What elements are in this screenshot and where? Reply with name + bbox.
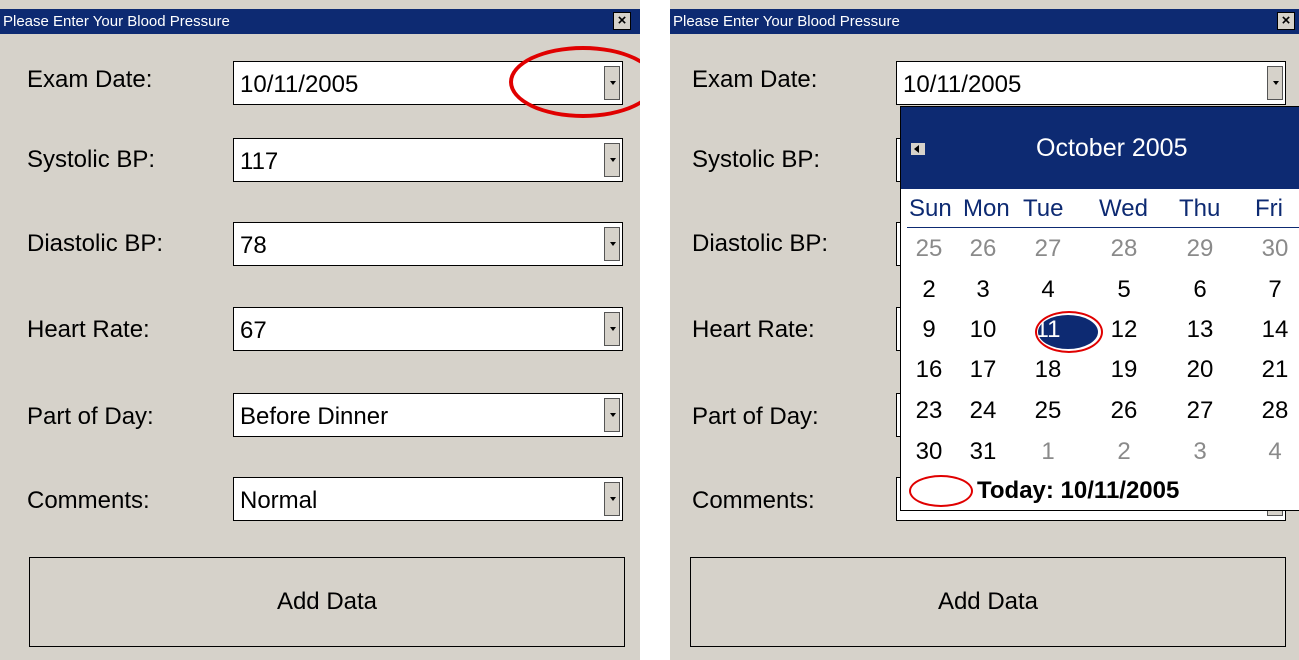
calendar-day[interactable]: 20 [1180, 356, 1220, 384]
heart-rate-label: Heart Rate: [692, 316, 815, 343]
annotation-circle [509, 46, 640, 118]
part-of-day-label: Part of Day: [692, 403, 819, 430]
calendar-day[interactable]: 24 [963, 397, 1003, 425]
window-title: Please Enter Your Blood Pressure [0, 9, 640, 34]
calendar-day[interactable]: 25 [1028, 397, 1068, 425]
weekday-label-mon: Mon [963, 195, 1010, 222]
calendar-day[interactable]: 10 [963, 316, 1003, 344]
systolic-bp-label: Systolic BP: [27, 146, 156, 173]
calendar-day[interactable]: 21 [1255, 356, 1295, 384]
weekday-label-tue: Tue [1023, 195, 1064, 222]
diastolic-bp-dropdown-button[interactable] [604, 227, 620, 261]
systolic-bp-value: 117 [240, 148, 279, 175]
calendar-day[interactable]: 3 [1180, 438, 1220, 466]
heart-rate-dropdown[interactable]: 67 [233, 307, 623, 351]
today-circle-icon[interactable] [909, 475, 973, 507]
diastolic-bp-dropdown[interactable]: 78 [233, 222, 623, 266]
weekday-label-thu: Thu [1179, 195, 1221, 222]
calendar-day[interactable]: 3 [963, 276, 1003, 304]
diastolic-bp-label: Diastolic BP: [692, 230, 829, 257]
date-picker-calendar: October 2005 Sun Mon Tue Wed Thu Fri 25 26 27 28… [900, 106, 1299, 511]
calendar-day[interactable]: 19 [1104, 356, 1144, 384]
calendar-day[interactable]: 31 [963, 438, 1003, 466]
weekday-label-wed: Wed [1099, 195, 1148, 222]
comments-value: Normal [240, 487, 318, 514]
comments-dropdown-button[interactable] [604, 482, 620, 516]
diastolic-bp-value: 78 [240, 232, 267, 259]
calendar-day[interactable]: 7 [1255, 276, 1295, 304]
calendar-day[interactable]: 27 [1180, 397, 1220, 425]
heart-rate-dropdown-button[interactable] [604, 312, 620, 346]
calendar-day[interactable]: 18 [1028, 356, 1068, 384]
calendar-day[interactable]: 16 [909, 356, 949, 384]
calendar-day[interactable]: 28 [1255, 397, 1295, 425]
calendar-day[interactable]: 30 [909, 438, 949, 466]
calendar-day[interactable]: 4 [1255, 438, 1295, 466]
calendar-day[interactable]: 28 [1104, 235, 1144, 263]
weekday-label-sun: Sun [909, 195, 952, 222]
systolic-bp-dropdown-button[interactable] [604, 143, 620, 177]
calendar-day[interactable]: 13 [1180, 316, 1220, 344]
exam-date-value: 10/11/2005 [903, 71, 1022, 98]
part-of-day-dropdown[interactable]: Before Dinner [233, 393, 623, 437]
calendar-header: October 2005 [901, 107, 1299, 189]
exam-date-dropdown[interactable]: 10/11/2005 [896, 61, 1286, 105]
part-of-day-dropdown-button[interactable] [604, 398, 620, 432]
calendar-day[interactable]: 9 [909, 316, 949, 344]
comments-label: Comments: [692, 487, 815, 514]
heart-rate-label: Heart Rate: [27, 316, 150, 343]
calendar-day[interactable]: 12 [1104, 316, 1144, 344]
window-title: Please Enter Your Blood Pressure [670, 9, 1299, 34]
calendar-day[interactable]: 5 [1104, 276, 1144, 304]
calendar-day[interactable]: 26 [963, 235, 1003, 263]
diastolic-bp-label: Diastolic BP: [27, 230, 164, 257]
previous-month-button[interactable] [911, 143, 925, 155]
calendar-day[interactable]: 30 [1255, 235, 1295, 263]
exam-date-dropdown-button[interactable] [1267, 66, 1283, 100]
part-of-day-label: Part of Day: [27, 403, 154, 430]
today-link[interactable]: Today: 10/11/2005 [977, 477, 1179, 505]
systolic-bp-dropdown[interactable]: 117 [233, 138, 623, 182]
comments-dropdown[interactable]: Normal [233, 477, 623, 521]
exam-date-value: 10/11/2005 [240, 71, 359, 98]
exam-date-label: Exam Date: [692, 66, 818, 93]
calendar-day[interactable]: 2 [1104, 438, 1144, 466]
add-data-button[interactable]: Add Data [690, 557, 1286, 647]
add-data-button[interactable]: Add Data [29, 557, 625, 647]
close-button[interactable]: × [1277, 12, 1295, 30]
calendar-day[interactable]: 17 [963, 356, 1003, 384]
calendar-month-title: October 2005 [1036, 134, 1188, 162]
calendar-day[interactable]: 29 [1180, 235, 1220, 263]
exam-date-label: Exam Date: [27, 66, 153, 93]
calendar-day[interactable]: 6 [1180, 276, 1220, 304]
calendar-day[interactable]: 2 [909, 276, 949, 304]
weekday-label-fri: Fri [1255, 195, 1283, 222]
calendar-day[interactable]: 23 [909, 397, 949, 425]
part-of-day-value: Before Dinner [240, 403, 389, 430]
heart-rate-value: 67 [240, 317, 267, 344]
systolic-bp-label: Systolic BP: [692, 146, 821, 173]
weekday-divider [907, 227, 1299, 228]
close-button[interactable]: × [613, 12, 631, 30]
calendar-day[interactable]: 25 [909, 235, 949, 263]
calendar-day[interactable]: 4 [1028, 276, 1068, 304]
left-dialog: Please Enter Your Blood Pressure × Exam … [0, 0, 640, 660]
right-dialog: Please Enter Your Blood Pressure × Exam … [670, 0, 1299, 660]
selected-day-annotation-circle [1035, 311, 1103, 353]
comments-label: Comments: [27, 487, 150, 514]
calendar-day[interactable]: 26 [1104, 397, 1144, 425]
calendar-day[interactable]: 14 [1255, 316, 1295, 344]
calendar-day[interactable]: 1 [1028, 438, 1068, 466]
calendar-day[interactable]: 27 [1028, 235, 1068, 263]
